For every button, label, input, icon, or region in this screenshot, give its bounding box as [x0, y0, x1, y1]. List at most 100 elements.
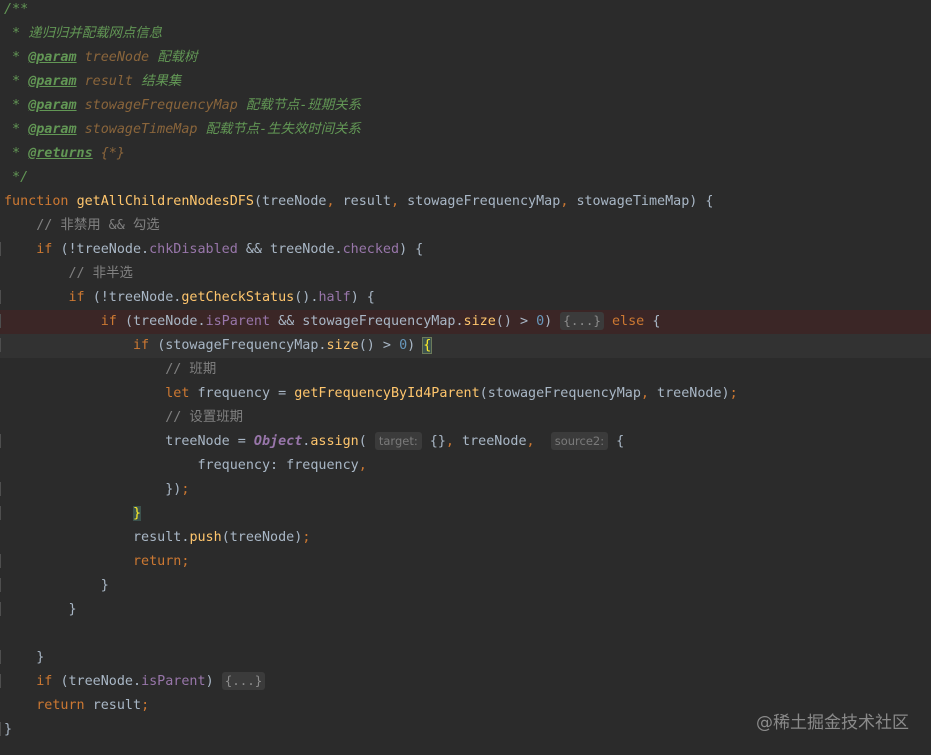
- code-token: /**: [4, 2, 29, 17]
- code-token: @returns: [28, 146, 93, 161]
- code-token: }: [4, 722, 13, 737]
- code-token: {: [652, 314, 661, 329]
- code-text: }: [4, 718, 12, 742]
- code-line[interactable]: function getAllChildrenNodesDFS(treeNode…: [0, 190, 931, 214]
- code-line[interactable]: // 设置班期: [0, 406, 931, 430]
- code-token: }): [4, 482, 182, 497]
- code-token: (stowageFrequencyMap: [479, 386, 641, 401]
- code-line[interactable]: * @returns {*}: [0, 142, 931, 166]
- code-line[interactable]: * 递归归并配载网点信息: [0, 22, 931, 46]
- folded-block-toggle[interactable]: {...}: [560, 312, 604, 330]
- code-token: ) {: [399, 242, 424, 257]
- code-token: *: [4, 146, 29, 161]
- code-line[interactable]: if (treeNode.isParent) {...}: [0, 670, 931, 694]
- code-line[interactable]: // 非半选: [0, 262, 931, 286]
- code-token: frequency =: [197, 386, 295, 401]
- code-line[interactable]: // 班期: [0, 358, 931, 382]
- code-token: stowageFrequencyMap: [76, 98, 246, 113]
- code-line[interactable]: */: [0, 166, 931, 190]
- folded-block-toggle[interactable]: {...}: [221, 672, 266, 690]
- code-line[interactable]: }: [0, 646, 931, 670]
- code-token: function: [4, 194, 77, 209]
- code-line[interactable]: /**: [0, 0, 931, 22]
- code-line[interactable]: }: [0, 502, 931, 526]
- code-line[interactable]: }: [0, 574, 931, 598]
- watermark: @稀土掘金技术社区: [756, 713, 909, 733]
- code-token: () >: [358, 338, 400, 353]
- code-line[interactable]: if (stowageFrequencyMap.size() > 0) {: [0, 334, 931, 358]
- code-token: }: [4, 578, 109, 593]
- code-token: }: [4, 602, 77, 617]
- code-token: 配载节点-班期关系: [245, 98, 362, 113]
- code-token: half: [318, 290, 351, 305]
- code-line[interactable]: // 非禁用 && 勾选: [0, 214, 931, 238]
- code-text: // 设置班期: [4, 406, 243, 430]
- code-text: result.push(treeNode);: [4, 526, 310, 550]
- code-token: result: [76, 74, 142, 89]
- code-text: if (stowageFrequencyMap.size() > 0) {: [4, 334, 433, 358]
- code-token: * 递归归并配载网点信息: [4, 26, 163, 41]
- code-editor[interactable]: /** * 递归归并配载网点信息 * @param treeNode 配载树 *…: [0, 0, 931, 755]
- code-token: @param: [28, 122, 77, 137]
- code-line[interactable]: treeNode = Object.assign( target: {}, tr…: [0, 430, 931, 454]
- code-text: if (treeNode.isParent) {...}: [4, 670, 266, 694]
- code-token: treeNode =: [4, 434, 254, 449]
- code-token: (treeNode: [253, 194, 327, 209]
- code-token: }: [4, 650, 45, 665]
- code-token: result: [92, 698, 142, 713]
- code-token: push: [189, 530, 222, 545]
- code-line[interactable]: result.push(treeNode);: [0, 526, 931, 550]
- code-text: return result;: [4, 694, 149, 718]
- code-token: getFrequencyById4Parent: [294, 386, 480, 401]
- code-token: (: [358, 434, 375, 449]
- code-line[interactable]: [0, 622, 931, 646]
- code-line[interactable]: * @param stowageFrequencyMap 配载节点-班期关系: [0, 94, 931, 118]
- code-token: *: [4, 50, 29, 65]
- code-token: return: [4, 554, 182, 569]
- code-token: // 非半选: [4, 266, 133, 281]
- code-line[interactable]: if (!treeNode.getCheckStatus().half) {: [0, 286, 931, 310]
- code-token: ,: [358, 458, 367, 473]
- code-text: // 班期: [4, 358, 216, 382]
- code-text: * @param stowageTimeMap 配载节点-生失效时间关系: [4, 118, 361, 142]
- code-token: // 设置班期: [4, 410, 243, 425]
- code-token: if: [4, 242, 61, 257]
- code-token: treeNode: [462, 434, 527, 449]
- code-text: }: [4, 502, 142, 526]
- code-line[interactable]: if (!treeNode.chkDisabled && treeNode.ch…: [0, 238, 931, 262]
- code-token: {: [608, 434, 625, 449]
- code-token: ;: [302, 530, 311, 545]
- code-token: treeNode): [657, 386, 730, 401]
- code-token: if: [4, 674, 61, 689]
- code-line[interactable]: * @param stowageTimeMap 配载节点-生失效时间关系: [0, 118, 931, 142]
- code-text: /**: [4, 0, 28, 22]
- parameter-hint: source2:: [550, 432, 609, 450]
- code-text: }: [4, 574, 109, 598]
- code-text: let frequency = getFrequencyById4Parent(…: [4, 382, 738, 406]
- code-line[interactable]: let frequency = getFrequencyById4Parent(…: [0, 382, 931, 406]
- code-token: return: [4, 698, 93, 713]
- code-token: result.: [4, 530, 190, 545]
- code-token: ,: [445, 434, 463, 449]
- code-token: (stowageFrequencyMap.: [157, 338, 327, 353]
- code-token: getAllChildrenNodesDFS: [76, 194, 254, 209]
- code-token: assign: [310, 434, 359, 449]
- code-token: *: [4, 98, 29, 113]
- code-token: if: [4, 314, 125, 329]
- code-text: */: [4, 166, 28, 190]
- code-token: ;: [729, 386, 738, 401]
- code-line[interactable]: * @param treeNode 配载树: [0, 46, 931, 70]
- code-line[interactable]: });: [0, 478, 931, 502]
- code-line[interactable]: frequency: frequency,: [0, 454, 931, 478]
- code-token: && treeNode.: [237, 242, 343, 257]
- code-token: ,: [560, 194, 577, 209]
- code-line[interactable]: if (treeNode.isParent && stowageFrequenc…: [0, 310, 931, 334]
- code-text: if (treeNode.isParent && stowageFrequenc…: [4, 310, 660, 334]
- code-token: {*}: [92, 146, 125, 161]
- code-line[interactable]: * @param result 结果集: [0, 70, 931, 94]
- code-token: // 班期: [4, 362, 217, 377]
- code-line[interactable]: }: [0, 598, 931, 622]
- code-token: ,: [640, 386, 658, 401]
- code-line[interactable]: return;: [0, 550, 931, 574]
